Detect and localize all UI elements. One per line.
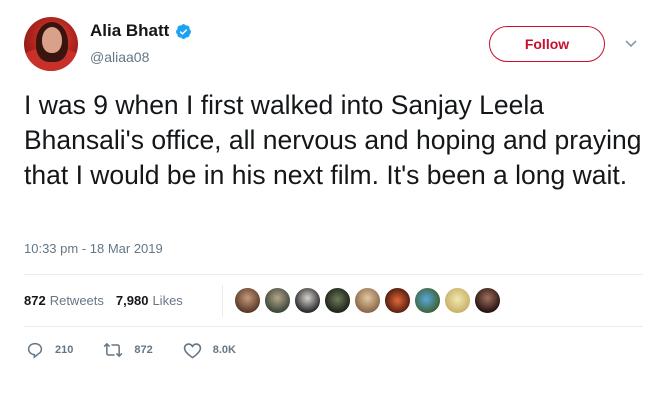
name-row: Alia Bhatt [90, 21, 192, 41]
liker-avatars [234, 287, 504, 314]
liker-avatar[interactable] [294, 287, 321, 314]
divider [24, 326, 643, 327]
likes-count: 7,980 [115, 293, 149, 308]
likes-label: Likes [152, 293, 183, 308]
follow-button[interactable]: Follow [489, 26, 605, 62]
reply-button[interactable]: 210 [26, 341, 73, 359]
liker-avatar[interactable] [414, 287, 441, 314]
liker-avatar[interactable] [354, 287, 381, 314]
liker-avatar[interactable] [444, 287, 471, 314]
verified-badge-icon [176, 23, 192, 39]
retweet-icon [103, 342, 123, 358]
user-handle[interactable]: @aliaa08 [90, 49, 149, 65]
avatar-face [42, 27, 62, 53]
divider [24, 274, 643, 275]
retweet-button[interactable]: 872 [103, 341, 153, 359]
tweet-text: I was 9 when I first walked into Sanjay … [24, 90, 642, 190]
display-name[interactable]: Alia Bhatt [90, 21, 169, 41]
retweets-stat[interactable]: 872 Retweets [24, 293, 104, 308]
liker-avatar[interactable] [264, 287, 291, 314]
liker-avatar[interactable] [324, 287, 351, 314]
tweet-timestamp[interactable]: 10:33 pm - 18 Mar 2019 [24, 241, 163, 256]
tweet-card: Alia Bhatt @aliaa08 Follow I was 9 when … [0, 0, 659, 400]
liker-avatar[interactable] [234, 287, 261, 314]
engagement-stats: 872 Retweets 7,980 Likes [24, 293, 183, 308]
like-button[interactable]: 8.0K [183, 341, 236, 359]
retweet-count: 872 [134, 344, 153, 356]
like-count: 8.0K [212, 344, 236, 356]
likes-stat[interactable]: 7,980 Likes [116, 293, 183, 308]
stats-separator [222, 285, 223, 317]
retweets-count: 872 [24, 293, 46, 308]
heart-icon [183, 343, 201, 359]
retweets-label: Retweets [49, 293, 104, 308]
reply-icon [27, 342, 43, 359]
tweet-actions: 210 872 8.0K [26, 341, 266, 359]
avatar[interactable] [24, 17, 78, 71]
reply-count: 210 [55, 344, 74, 356]
liker-avatar[interactable] [384, 287, 411, 314]
liker-avatar[interactable] [474, 287, 501, 314]
chevron-down-icon[interactable] [625, 39, 637, 49]
